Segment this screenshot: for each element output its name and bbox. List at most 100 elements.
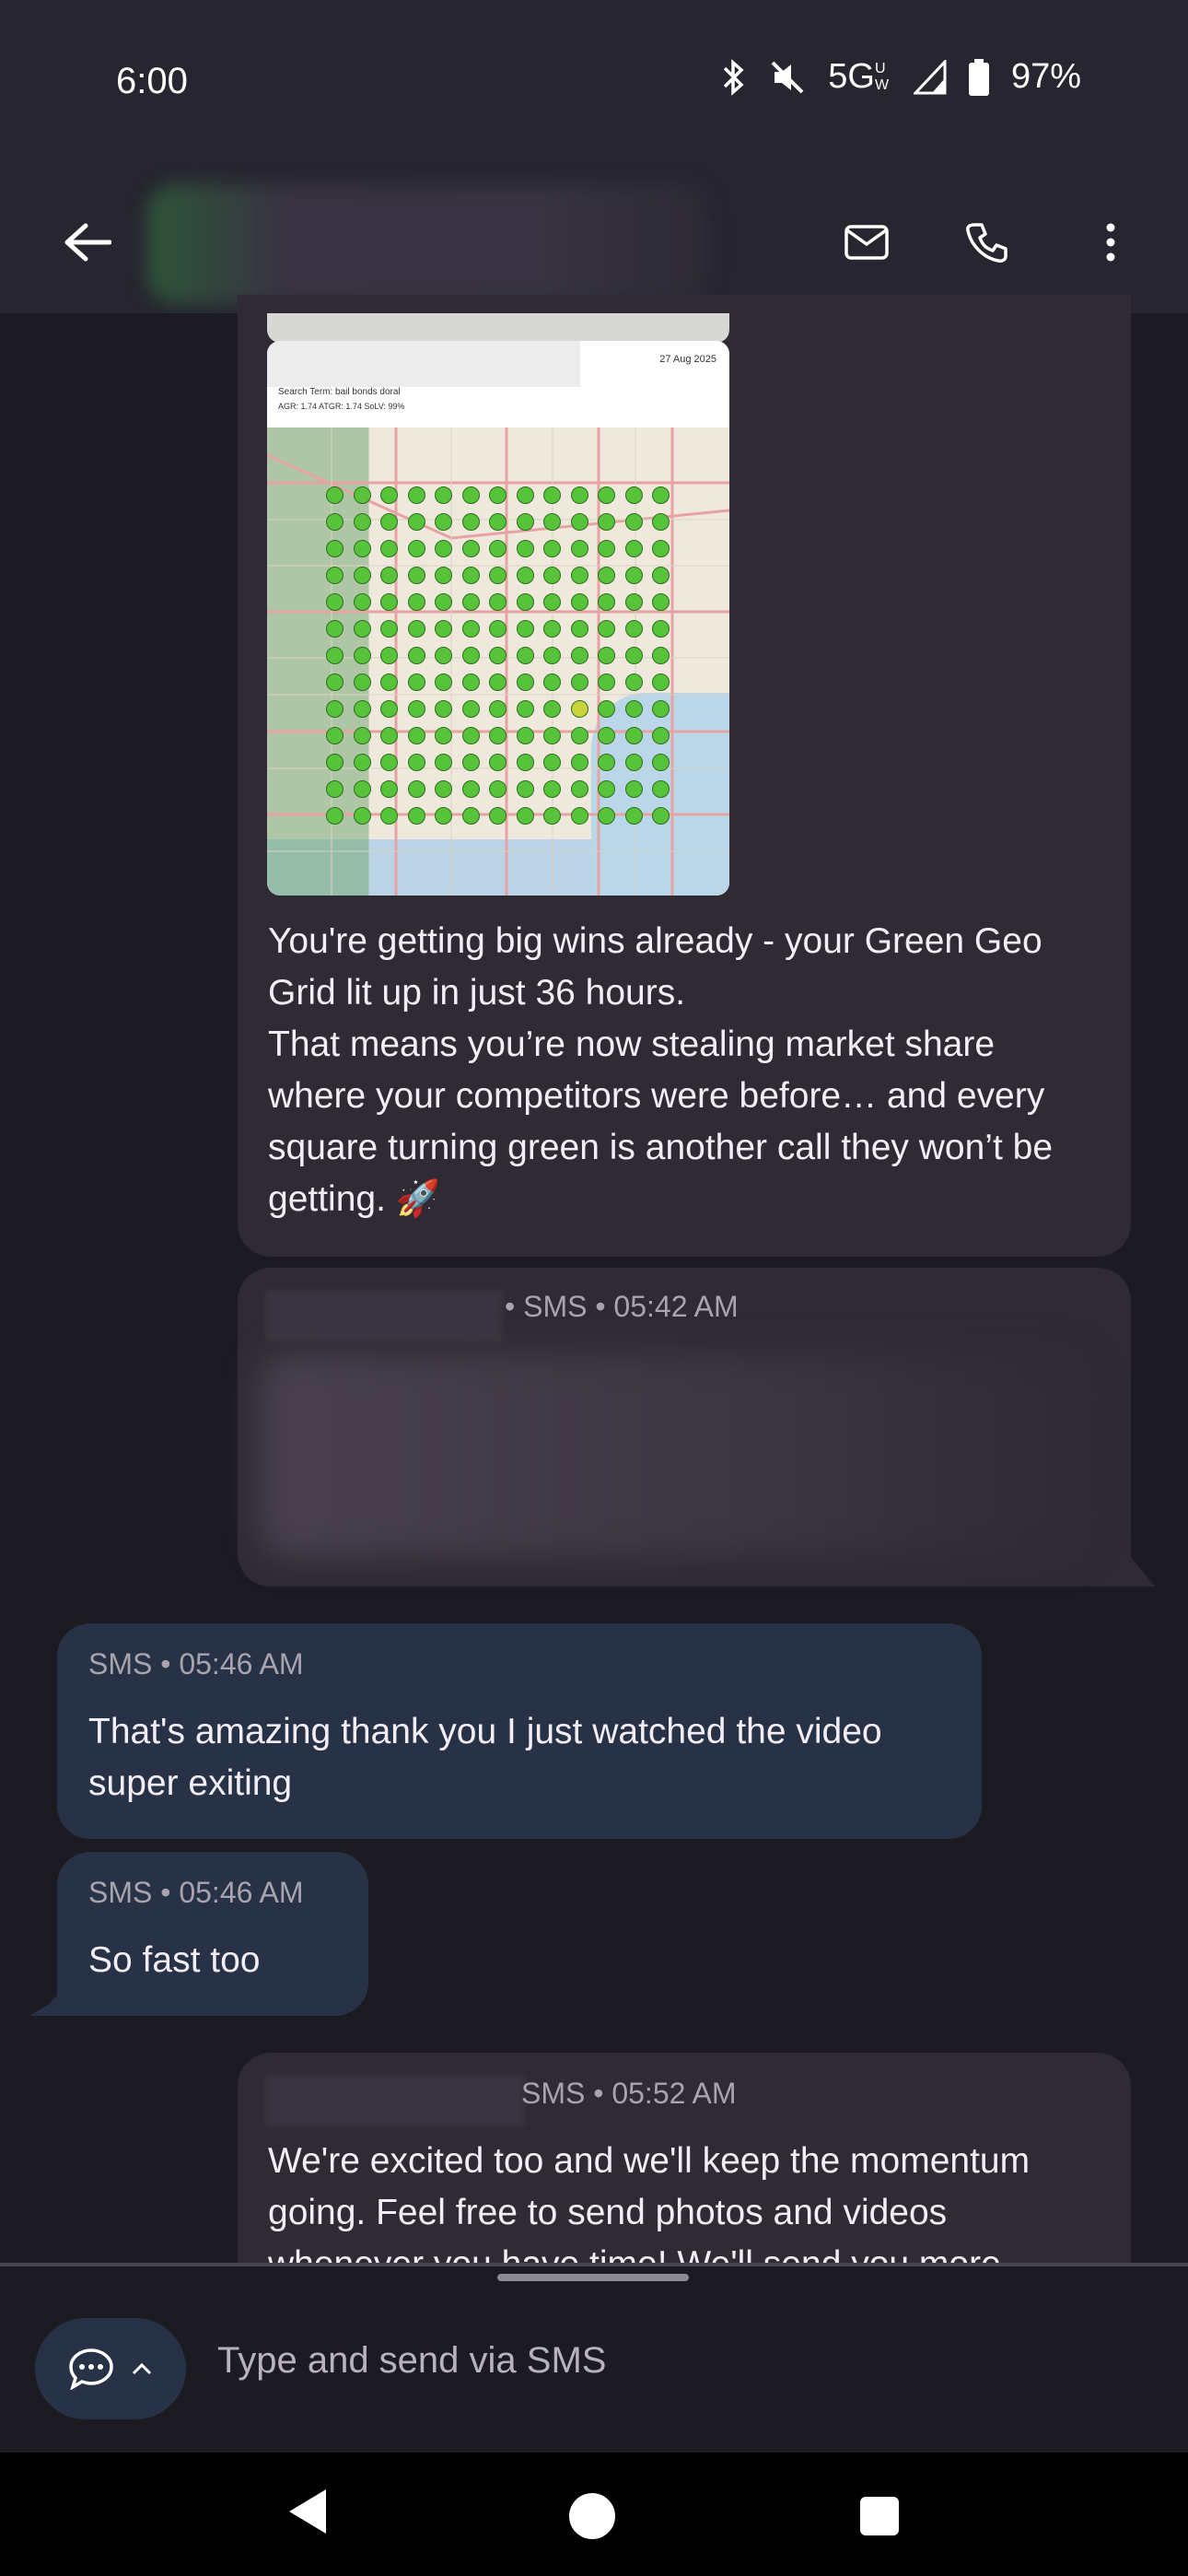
map-pin bbox=[380, 593, 398, 611]
map-pin bbox=[489, 754, 507, 771]
map-pin bbox=[353, 647, 371, 664]
map-image-top-fragment bbox=[267, 313, 729, 343]
contact-name-redacted[interactable] bbox=[147, 184, 709, 304]
map-pin bbox=[570, 673, 588, 691]
map-pin bbox=[624, 700, 643, 718]
map-pin bbox=[353, 513, 371, 531]
map-pin bbox=[652, 700, 670, 718]
map-pin bbox=[543, 754, 561, 771]
map-pin bbox=[598, 567, 615, 584]
map-pin bbox=[516, 486, 534, 504]
map-pin bbox=[652, 620, 670, 638]
map-pin bbox=[435, 780, 452, 798]
map-pin bbox=[543, 727, 561, 744]
map-pin bbox=[543, 700, 561, 718]
more-options-button[interactable] bbox=[1083, 210, 1138, 275]
call-button[interactable] bbox=[954, 210, 1019, 275]
map-pin bbox=[407, 567, 425, 584]
map-pin bbox=[435, 593, 452, 611]
map-pin bbox=[489, 540, 507, 557]
map-pin bbox=[624, 620, 643, 638]
map-pin bbox=[326, 593, 344, 611]
map-pin bbox=[570, 780, 588, 798]
map-pin bbox=[543, 780, 561, 798]
map-pin bbox=[461, 647, 480, 664]
drag-handle[interactable] bbox=[497, 2274, 689, 2281]
map-pin bbox=[353, 780, 371, 798]
map-pin bbox=[489, 673, 507, 691]
map-pin bbox=[461, 780, 480, 798]
map-pin bbox=[489, 807, 507, 825]
map-pin bbox=[435, 540, 452, 557]
nav-recents-icon[interactable] bbox=[860, 2497, 899, 2535]
chevron-up-icon bbox=[132, 2362, 152, 2375]
message-text-redacted bbox=[260, 1354, 1089, 1557]
map-pin bbox=[516, 647, 534, 664]
map-pin bbox=[326, 673, 344, 691]
map-pin bbox=[570, 700, 588, 718]
map-pin bbox=[326, 513, 344, 531]
map-pin bbox=[461, 754, 480, 771]
map-pin bbox=[516, 620, 534, 638]
map-pin bbox=[461, 673, 480, 691]
map-pin bbox=[624, 807, 643, 825]
map-pin bbox=[461, 700, 480, 718]
map-pin bbox=[407, 540, 425, 557]
nav-home-icon[interactable] bbox=[569, 2493, 615, 2539]
map-pin bbox=[570, 513, 588, 531]
message-input[interactable]: Type and send via SMS bbox=[217, 2340, 606, 2382]
map-pin bbox=[489, 700, 507, 718]
map-pin bbox=[624, 780, 643, 798]
map-pin bbox=[489, 647, 507, 664]
map-pin bbox=[570, 727, 588, 744]
map-pin bbox=[652, 807, 670, 825]
message-meta: SMS • 05:52 AM bbox=[521, 2077, 737, 2110]
map-pin bbox=[516, 540, 534, 557]
map-pin bbox=[326, 620, 344, 638]
map-pin bbox=[624, 727, 643, 744]
vibrate-off-icon bbox=[769, 59, 806, 96]
map-pin bbox=[624, 754, 643, 771]
map-pin bbox=[353, 700, 371, 718]
map-pin bbox=[652, 727, 670, 744]
map-pin bbox=[624, 513, 643, 531]
chat-bubble-icon bbox=[69, 2348, 113, 2390]
back-button[interactable] bbox=[55, 210, 120, 275]
map-pin bbox=[516, 780, 534, 798]
bubble-tail bbox=[29, 1986, 66, 2016]
map-pin bbox=[570, 620, 588, 638]
map-pin bbox=[407, 754, 425, 771]
map-pin bbox=[598, 727, 615, 744]
message-text: We're excited too and we'll keep the mom… bbox=[268, 2141, 1031, 2263]
sender-name-redacted bbox=[265, 2075, 525, 2126]
map-pin bbox=[543, 620, 561, 638]
map-pin bbox=[435, 673, 452, 691]
map-pin bbox=[543, 486, 561, 504]
map-pin bbox=[598, 673, 615, 691]
mail-button[interactable] bbox=[834, 210, 899, 275]
nav-back-icon[interactable] bbox=[284, 2486, 330, 2537]
map-pin bbox=[489, 727, 507, 744]
map-pin bbox=[624, 647, 643, 664]
map-pin bbox=[461, 593, 480, 611]
map-pin bbox=[652, 673, 670, 691]
geo-grid-map-image[interactable]: 27 Aug 2025 Search Term: bail bonds dora… bbox=[267, 341, 729, 896]
map-pin bbox=[652, 486, 670, 504]
map-pin bbox=[435, 647, 452, 664]
map-pin bbox=[516, 567, 534, 584]
map-pin bbox=[598, 780, 615, 798]
map-pin bbox=[516, 593, 534, 611]
compose-mode-button[interactable] bbox=[35, 2318, 186, 2419]
map-pin bbox=[435, 727, 452, 744]
message-text: So fast too bbox=[88, 1940, 261, 1980]
map-pin bbox=[353, 807, 371, 825]
map-pin bbox=[353, 540, 371, 557]
map-pin bbox=[598, 513, 615, 531]
map-pin bbox=[407, 593, 425, 611]
map-pin bbox=[598, 540, 615, 557]
map-pin bbox=[624, 540, 643, 557]
battery-icon bbox=[968, 58, 989, 96]
map-pin bbox=[326, 567, 344, 584]
map-pin bbox=[516, 700, 534, 718]
map-pin bbox=[407, 620, 425, 638]
